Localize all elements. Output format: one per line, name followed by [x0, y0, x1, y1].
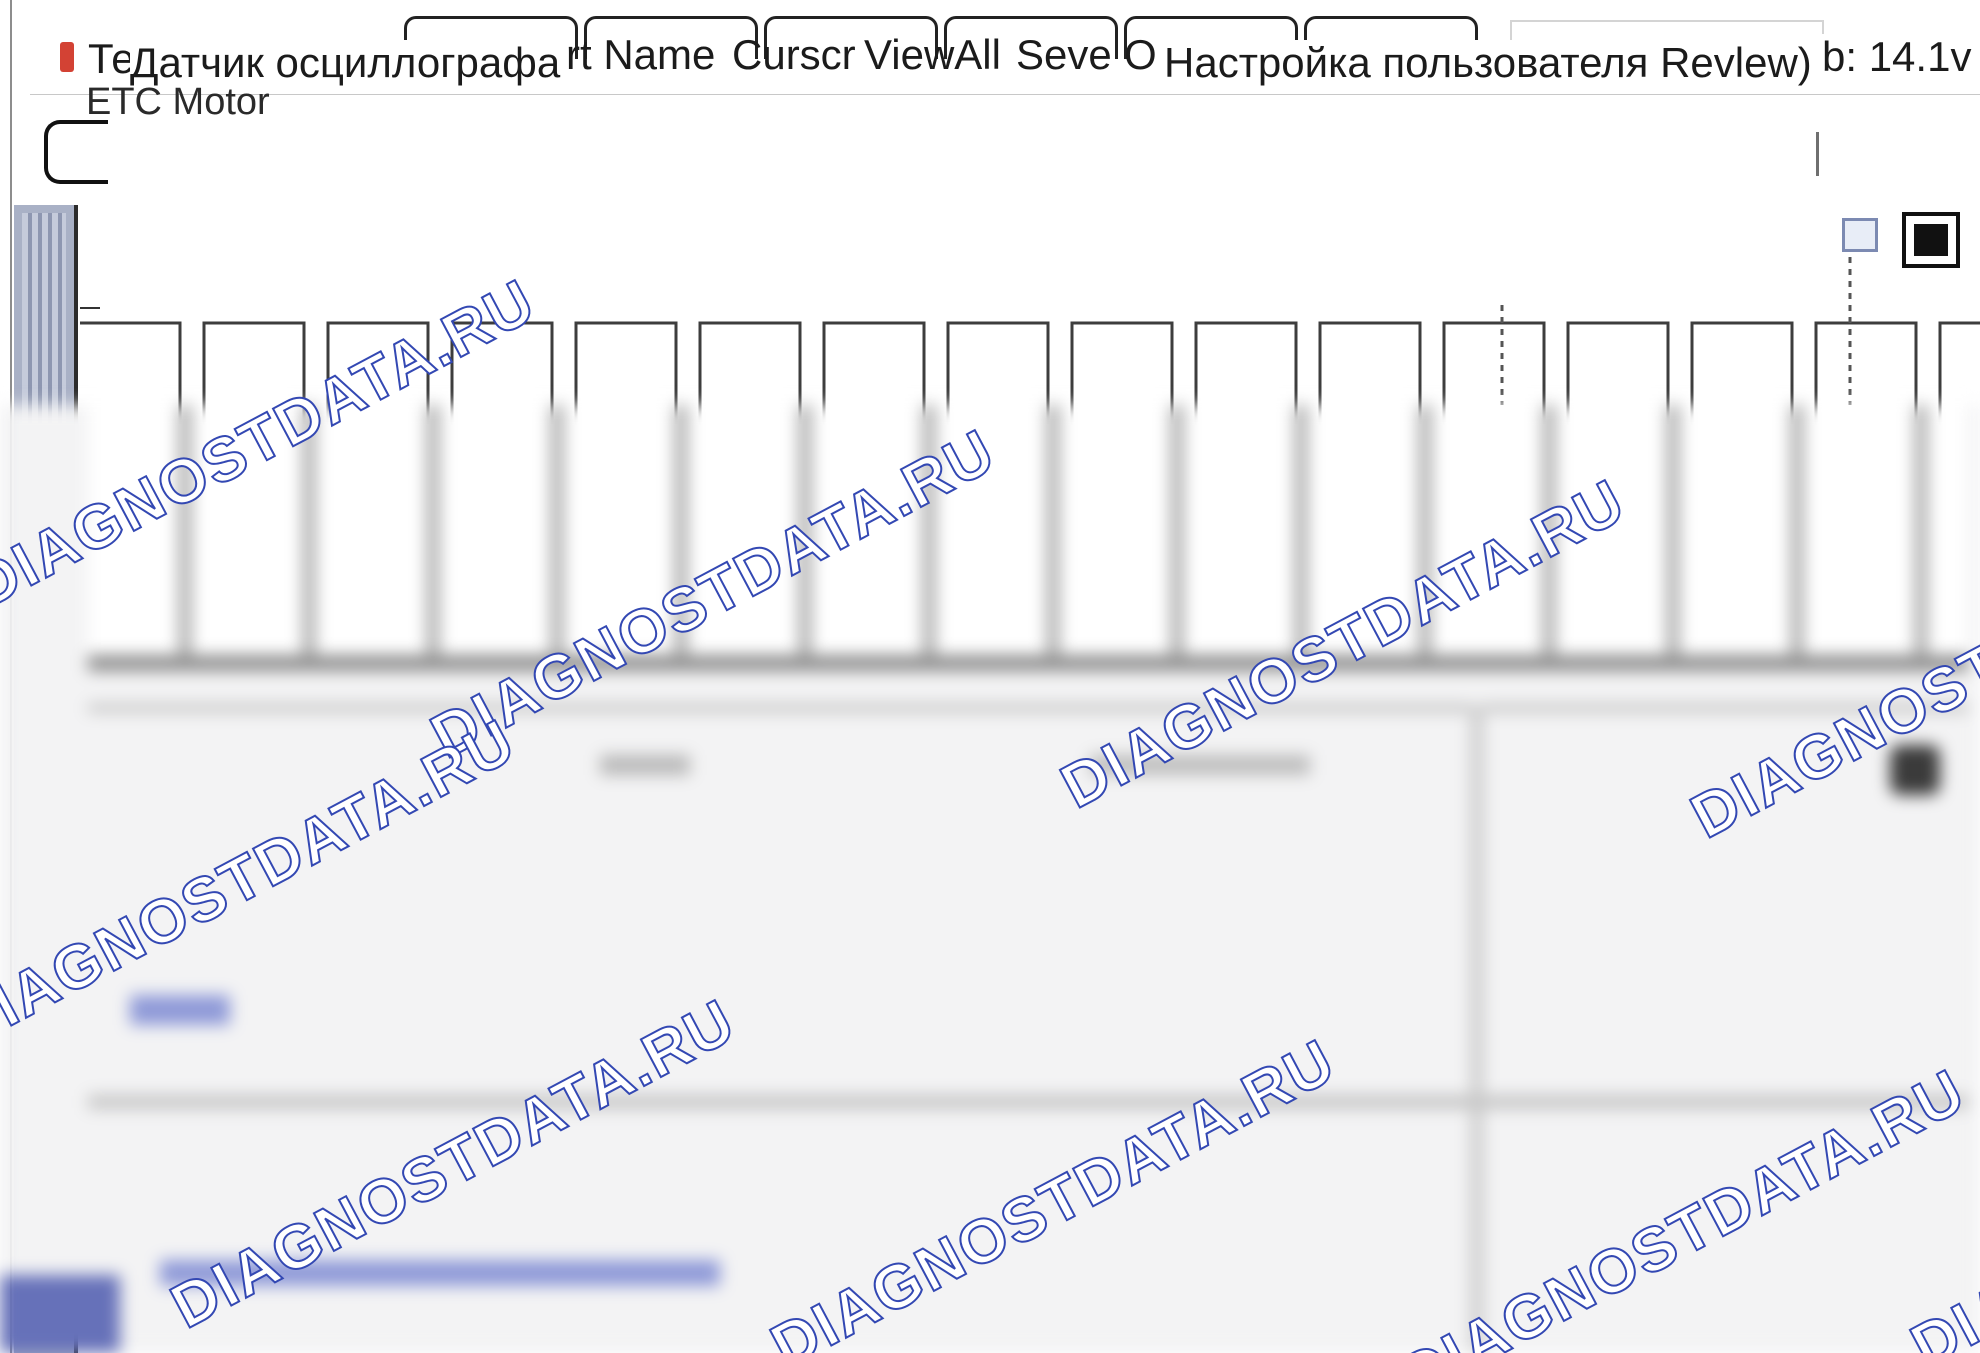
stop-square-icon[interactable] — [1902, 212, 1960, 268]
overlay-title: Датчик осциллографа — [130, 40, 565, 86]
app-logo-icon — [60, 42, 74, 72]
blurred-waveform — [88, 405, 1968, 655]
oscilloscope-screen: Те Датчик осциллографа rt Name Curscr Vi… — [0, 0, 1980, 1353]
blurred-footer-link — [160, 1260, 720, 1286]
user-settings-label: Настройка пользователя Revlew) — [1160, 40, 1816, 86]
menu-cursor[interactable]: Curscr — [732, 32, 856, 78]
menu-save[interactable]: Seve — [1016, 32, 1112, 78]
blurred-corner-block — [0, 1275, 120, 1353]
blurred-region — [0, 405, 1980, 1353]
blurred-baseline — [88, 655, 1968, 671]
menu-part-name[interactable]: rt Name — [566, 32, 715, 78]
blurred-row-divider — [88, 1095, 1968, 1109]
channel-subtitle: ETC Motor — [86, 81, 270, 123]
header-tick — [1816, 132, 1819, 176]
blurred-icon — [1890, 745, 1940, 795]
header-divider — [30, 94, 1980, 95]
title-fragment: Те — [88, 35, 135, 82]
menu-view-all[interactable]: ViewAll — [864, 32, 1001, 78]
blurred-link — [130, 995, 230, 1025]
left-edge-button[interactable] — [44, 120, 108, 184]
blurred-divider — [88, 705, 1968, 711]
blurred-label-1 — [600, 755, 690, 775]
voltage-readout: b: 14.1v — [1822, 33, 1972, 80]
blurred-label-2 — [1090, 755, 1310, 775]
cursor-toggle-icon[interactable] — [1842, 218, 1878, 252]
menu-other[interactable]: O — [1124, 32, 1157, 78]
blurred-cursor-line — [1470, 705, 1484, 1353]
